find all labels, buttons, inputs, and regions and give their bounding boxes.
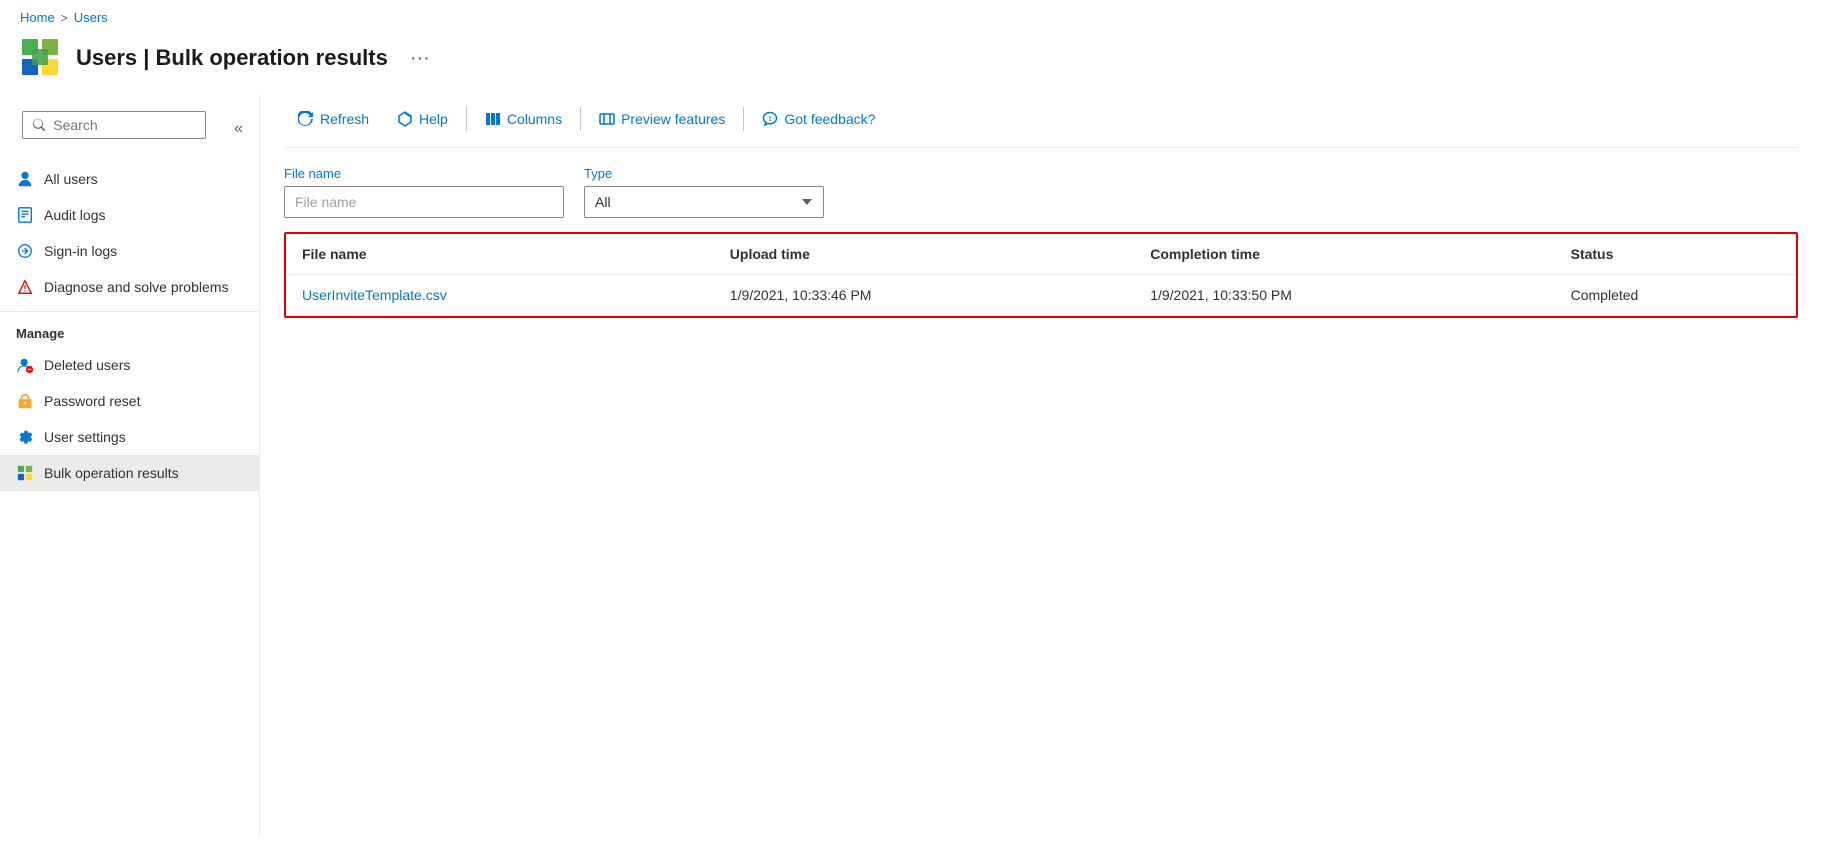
feedback-button[interactable]: Got feedback? xyxy=(748,105,889,133)
preview-button[interactable]: Preview features xyxy=(585,105,739,133)
search-icon xyxy=(33,118,45,132)
deleted-users-icon xyxy=(16,356,34,374)
refresh-button[interactable]: Refresh xyxy=(284,105,383,133)
diagnose-icon xyxy=(16,278,34,296)
sidebar-item-audit-logs-label: Audit logs xyxy=(44,207,105,223)
feedback-label: Got feedback? xyxy=(784,111,875,127)
filename-filter-label: File name xyxy=(284,166,564,181)
settings-icon xyxy=(16,428,34,446)
sidebar-item-sign-in-logs[interactable]: Sign-in logs xyxy=(0,233,259,269)
audit-icon xyxy=(16,206,34,224)
col-completion-time: Completion time xyxy=(1134,234,1554,275)
toolbar: Refresh Help Columns xyxy=(284,95,1798,148)
type-filter-select[interactable]: All Bulk create Bulk invite Bulk delete xyxy=(584,186,824,218)
more-options-button[interactable]: ··· xyxy=(402,43,438,74)
breadcrumb-home[interactable]: Home xyxy=(20,10,55,25)
filters-row: File name Type All Bulk create Bulk invi… xyxy=(284,148,1798,232)
sidebar: « All users Audit logs Sign-in logs xyxy=(0,95,260,837)
password-icon xyxy=(16,392,34,410)
feedback-icon xyxy=(762,111,778,127)
sidebar-item-deleted-users-label: Deleted users xyxy=(44,357,130,373)
columns-label: Columns xyxy=(507,111,562,127)
refresh-label: Refresh xyxy=(320,111,369,127)
table-header: File name Upload time Completion time St… xyxy=(286,234,1796,275)
type-filter-group: Type All Bulk create Bulk invite Bulk de… xyxy=(584,166,824,218)
sidebar-item-sign-in-logs-label: Sign-in logs xyxy=(44,243,117,259)
toolbar-separator-2 xyxy=(580,107,581,131)
results-table-container: File name Upload time Completion time St… xyxy=(284,232,1798,318)
help-icon xyxy=(397,111,413,127)
search-input[interactable] xyxy=(53,117,195,133)
main-layout: « All users Audit logs Sign-in logs xyxy=(0,95,1822,837)
breadcrumb-users[interactable]: Users xyxy=(74,10,108,25)
breadcrumb: Home > Users xyxy=(0,0,1822,31)
col-filename: File name xyxy=(286,234,714,275)
sidebar-search-box xyxy=(22,111,206,139)
table-body: UserInviteTemplate.csv 1/9/2021, 10:33:4… xyxy=(286,275,1796,316)
sidebar-item-user-settings[interactable]: User settings xyxy=(0,419,259,455)
cell-upload-time: 1/9/2021, 10:33:46 PM xyxy=(714,275,1134,316)
page-header: Users | Bulk operation results ··· xyxy=(0,31,1822,95)
col-upload-time: Upload time xyxy=(714,234,1134,275)
app-logo-icon xyxy=(20,37,62,79)
help-button[interactable]: Help xyxy=(383,105,462,133)
sidebar-item-user-settings-label: User settings xyxy=(44,429,126,445)
preview-icon xyxy=(599,111,615,127)
cell-completion-time: 1/9/2021, 10:33:50 PM xyxy=(1134,275,1554,316)
collapse-sidebar-button[interactable]: « xyxy=(226,116,251,142)
toolbar-separator-1 xyxy=(466,107,467,131)
cell-status: Completed xyxy=(1555,275,1796,316)
sidebar-item-all-users-label: All users xyxy=(44,171,98,187)
sidebar-item-diagnose[interactable]: Diagnose and solve problems xyxy=(0,269,259,305)
type-filter-label: Type xyxy=(584,166,824,181)
table-header-row: File name Upload time Completion time St… xyxy=(286,234,1796,275)
preview-label: Preview features xyxy=(621,111,725,127)
refresh-icon xyxy=(298,111,314,127)
main-content: Refresh Help Columns xyxy=(260,95,1822,837)
page-title: Users | Bulk operation results xyxy=(76,45,388,71)
toolbar-separator-3 xyxy=(743,107,744,131)
breadcrumb-separator: > xyxy=(61,11,68,25)
sidebar-item-password-reset[interactable]: Password reset xyxy=(0,383,259,419)
sidebar-item-diagnose-label: Diagnose and solve problems xyxy=(44,279,228,295)
sidebar-item-all-users[interactable]: All users xyxy=(0,161,259,197)
filename-filter-input[interactable] xyxy=(284,186,564,218)
col-status: Status xyxy=(1555,234,1796,275)
columns-icon xyxy=(485,111,501,127)
sidebar-item-bulk-operation-label: Bulk operation results xyxy=(44,465,179,481)
sidebar-item-audit-logs[interactable]: Audit logs xyxy=(0,197,259,233)
cell-filename[interactable]: UserInviteTemplate.csv xyxy=(286,275,714,316)
results-table: File name Upload time Completion time St… xyxy=(286,234,1796,316)
user-icon xyxy=(16,170,34,188)
bulk-icon xyxy=(16,464,34,482)
filename-filter-group: File name xyxy=(284,166,564,218)
table-row: UserInviteTemplate.csv 1/9/2021, 10:33:4… xyxy=(286,275,1796,316)
columns-button[interactable]: Columns xyxy=(471,105,576,133)
sidebar-item-password-reset-label: Password reset xyxy=(44,393,140,409)
signin-icon xyxy=(16,242,34,260)
sidebar-item-bulk-operation[interactable]: Bulk operation results xyxy=(0,455,259,491)
sidebar-item-deleted-users[interactable]: Deleted users xyxy=(0,347,259,383)
help-label: Help xyxy=(419,111,448,127)
type-select-wrapper: All Bulk create Bulk invite Bulk delete xyxy=(584,186,824,218)
manage-section-label: Manage xyxy=(0,311,259,347)
